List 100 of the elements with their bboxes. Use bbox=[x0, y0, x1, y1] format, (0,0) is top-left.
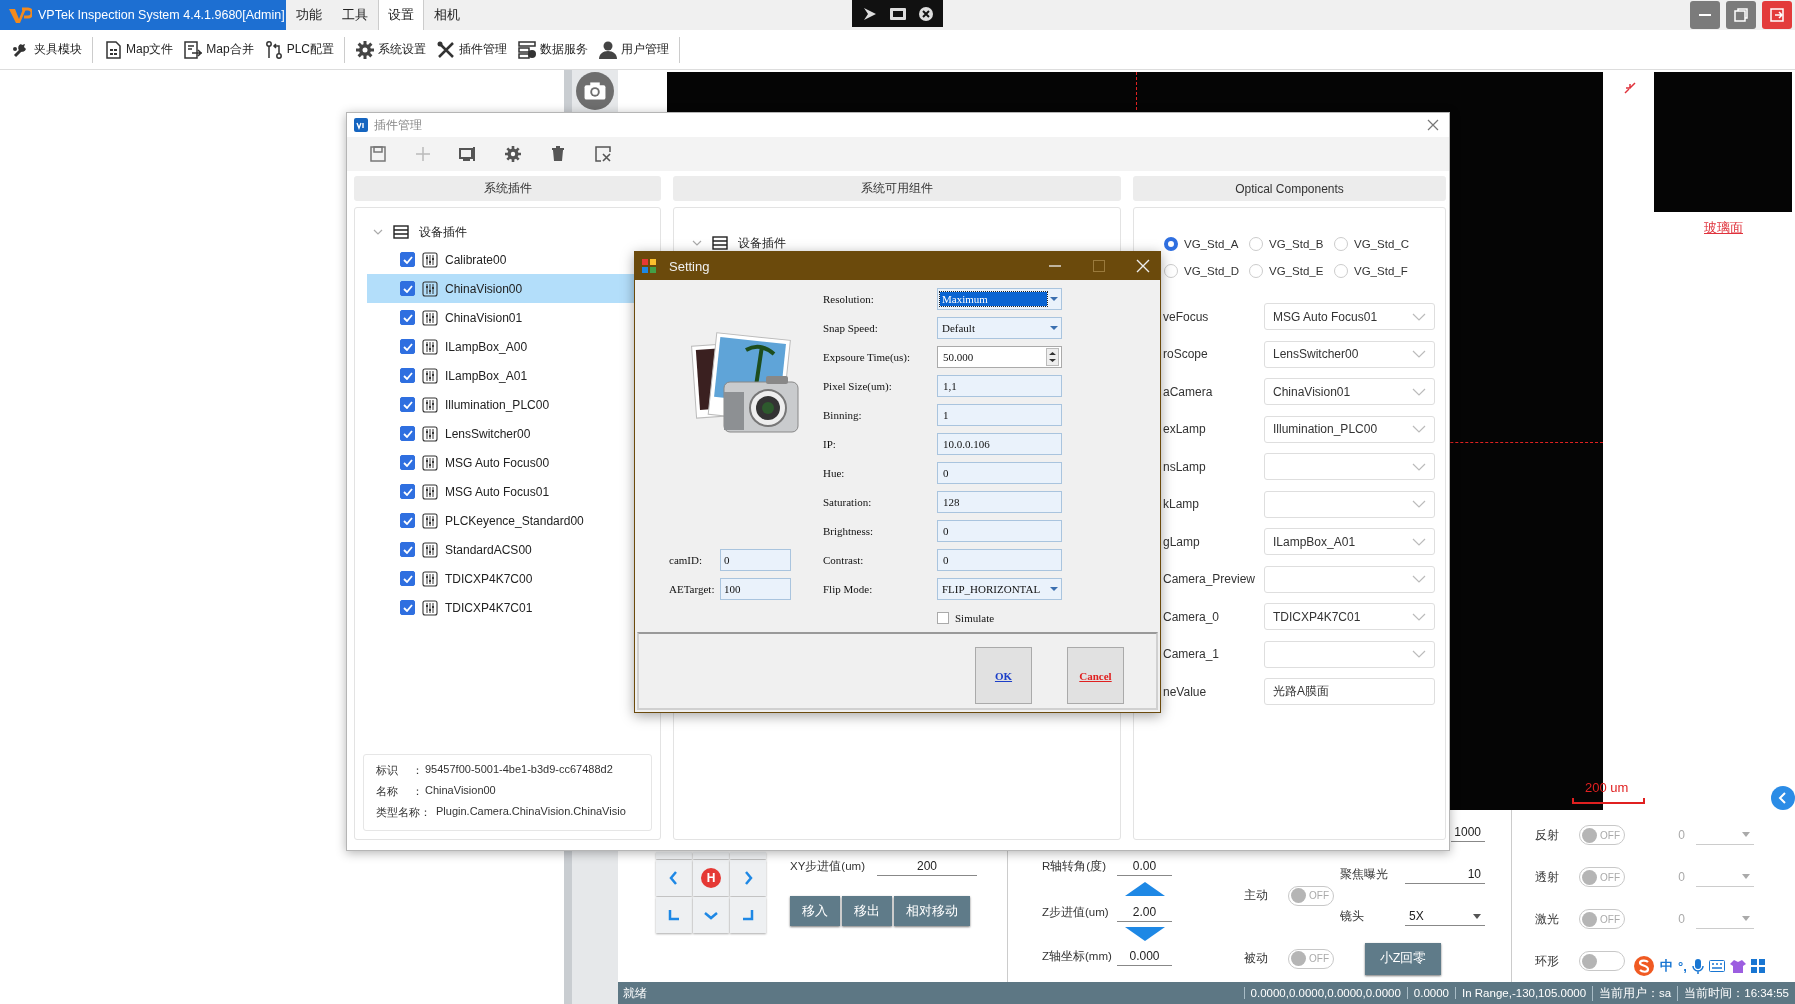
checkbox[interactable] bbox=[400, 484, 415, 499]
radio-label[interactable]: VG_Std_A bbox=[1184, 237, 1239, 250]
chevron-icon[interactable] bbox=[692, 238, 702, 248]
menu-tab[interactable]: 功能 bbox=[286, 0, 332, 30]
radio-label[interactable]: VG_Std_B bbox=[1269, 237, 1324, 250]
left-arrow-button[interactable] bbox=[656, 860, 692, 896]
keyboard-icon[interactable] bbox=[1708, 960, 1725, 972]
input-field[interactable]: 10 bbox=[1405, 865, 1485, 884]
checkbox[interactable] bbox=[400, 281, 415, 296]
triangle-down-icon[interactable] bbox=[1124, 927, 1165, 941]
right-arrow-button[interactable] bbox=[730, 860, 766, 896]
radio-button[interactable] bbox=[1249, 236, 1263, 251]
radio-label[interactable]: VG_Std_D bbox=[1184, 264, 1239, 277]
dropdown[interactable]: Maximum bbox=[937, 287, 1062, 310]
ime-punctuation[interactable]: °, bbox=[1678, 958, 1687, 974]
toolbar-button[interactable]: 数据服务 bbox=[512, 35, 594, 64]
checkbox[interactable] bbox=[400, 455, 415, 470]
input-field[interactable]: 0.000 bbox=[1117, 946, 1172, 966]
input-field[interactable]: 0 bbox=[937, 519, 1062, 542]
zero-button[interactable]: 小Z回零 bbox=[1365, 942, 1441, 975]
checkbox[interactable] bbox=[400, 339, 415, 354]
dropdown[interactable]: TDICXP4K7C01 bbox=[1264, 603, 1435, 631]
column-header[interactable]: Optical Components bbox=[1133, 176, 1446, 201]
toolbar-button[interactable]: 系统设置 bbox=[350, 35, 432, 64]
ime-mode[interactable]: 中 bbox=[1660, 957, 1673, 975]
toolbar-button[interactable]: Map合并 bbox=[178, 35, 259, 64]
shrink-icon[interactable] bbox=[1624, 82, 1636, 94]
input-field[interactable]: 0 bbox=[937, 461, 1062, 484]
ime-logo-icon[interactable] bbox=[1633, 955, 1655, 977]
save-icon[interactable] bbox=[369, 145, 387, 163]
dropdown[interactable]: 5X bbox=[1405, 907, 1485, 926]
input-field[interactable]: 2.00 bbox=[1117, 902, 1172, 922]
corner-right-button[interactable] bbox=[730, 897, 766, 933]
collapse-icon[interactable] bbox=[1771, 786, 1795, 810]
radio-button[interactable] bbox=[1164, 236, 1178, 251]
dropdown[interactable]: ChinaVision01 bbox=[1264, 378, 1435, 406]
grid-icon[interactable] bbox=[1750, 959, 1765, 973]
checkbox[interactable] bbox=[400, 600, 415, 615]
toolbar-button[interactable]: 插件管理 bbox=[431, 35, 513, 64]
move-button[interactable]: 相对移动 bbox=[894, 896, 970, 926]
checkbox[interactable] bbox=[400, 368, 415, 383]
input-field[interactable]: 1 bbox=[937, 403, 1062, 426]
dropdown[interactable]: Illumination_PLC00 bbox=[1264, 415, 1435, 443]
input-field[interactable]: 10.0.0.106 bbox=[937, 432, 1062, 455]
dropdown[interactable]: Default bbox=[937, 316, 1062, 339]
input-field[interactable]: 100 bbox=[720, 577, 791, 600]
input-field[interactable]: 0.00 bbox=[1117, 856, 1172, 876]
toolbar-button[interactable]: Map文件 bbox=[98, 35, 179, 64]
dropdown[interactable]: MSG Auto Focus01 bbox=[1264, 303, 1435, 331]
radio-label[interactable]: VG_Std_E bbox=[1269, 264, 1324, 277]
radio-button[interactable] bbox=[1164, 263, 1178, 278]
down-arrow-button[interactable] bbox=[693, 897, 729, 933]
toolbar-button[interactable]: 用户管理 bbox=[593, 35, 675, 64]
dropdown[interactable]: LensSwitcher00 bbox=[1264, 340, 1435, 368]
dropdown[interactable]: ILampBox_A01 bbox=[1264, 528, 1435, 556]
close-box-icon[interactable] bbox=[594, 145, 612, 163]
screen-icon[interactable] bbox=[888, 6, 907, 21]
checkbox[interactable] bbox=[400, 542, 415, 557]
trash-icon[interactable] bbox=[549, 145, 567, 163]
column-header[interactable]: 系统插件 bbox=[354, 176, 661, 201]
toolbar-button[interactable]: PLC配置 bbox=[258, 35, 340, 64]
triangle-up-icon[interactable] bbox=[1124, 882, 1165, 896]
chevron-icon[interactable] bbox=[373, 227, 383, 237]
radio-label[interactable]: VG_Std_C bbox=[1354, 237, 1409, 250]
input-field[interactable]: 光路A膜面 bbox=[1264, 678, 1435, 706]
surface-link[interactable]: 玻璃面 bbox=[1704, 219, 1743, 237]
input-field[interactable]: 128 bbox=[937, 490, 1062, 513]
input-field[interactable]: 200 bbox=[877, 857, 977, 876]
move-button[interactable]: 移出 bbox=[842, 896, 892, 926]
corner-left-button[interactable] bbox=[656, 897, 692, 933]
column-header[interactable]: 系统可用组件 bbox=[673, 176, 1121, 201]
home-button[interactable]: H bbox=[693, 860, 729, 896]
checkbox[interactable] bbox=[400, 426, 415, 441]
radio-button[interactable] bbox=[1334, 263, 1348, 278]
menu-tab[interactable]: 工具 bbox=[332, 0, 378, 30]
close-button[interactable] bbox=[1762, 1, 1792, 29]
ok-button[interactable]: OK bbox=[975, 647, 1032, 704]
input-field[interactable]: 0 bbox=[720, 548, 791, 571]
move-button[interactable]: 移入 bbox=[790, 896, 840, 926]
microphone-icon[interactable] bbox=[1691, 958, 1704, 974]
monitor-icon[interactable] bbox=[459, 145, 477, 163]
minimize-button[interactable] bbox=[1690, 1, 1720, 29]
tree-node[interactable]: 设备插件 bbox=[355, 219, 660, 245]
checkbox[interactable] bbox=[400, 571, 415, 586]
number-field[interactable]: 50.000 bbox=[937, 345, 1062, 368]
close-icon[interactable] bbox=[917, 5, 934, 22]
radio-button[interactable] bbox=[1334, 236, 1348, 251]
cancel-button[interactable]: Cancel bbox=[1067, 647, 1124, 704]
shirt-icon[interactable] bbox=[1729, 959, 1746, 973]
checkbox[interactable] bbox=[937, 611, 949, 624]
checkbox[interactable] bbox=[400, 252, 415, 267]
checkbox[interactable] bbox=[400, 397, 415, 412]
menu-tab[interactable]: 设置 bbox=[378, 0, 424, 30]
checkbox[interactable] bbox=[400, 513, 415, 528]
toggle-switch[interactable] bbox=[1579, 951, 1625, 971]
settings-icon[interactable] bbox=[504, 145, 522, 163]
radio-label[interactable]: VG_Std_F bbox=[1354, 264, 1408, 277]
toolbar-button[interactable]: 夹具模块 bbox=[6, 35, 87, 64]
radio-button[interactable] bbox=[1249, 263, 1263, 278]
input-field[interactable]: 1000 bbox=[1451, 823, 1485, 842]
